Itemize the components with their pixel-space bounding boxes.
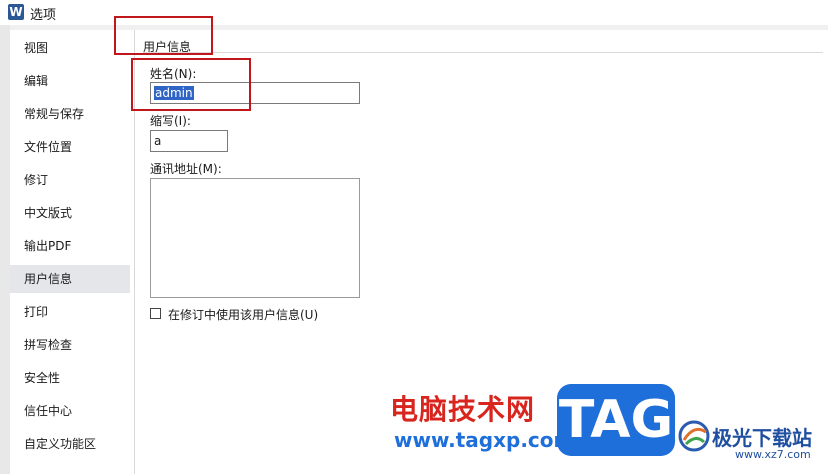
address-label: 通讯地址(M): [150, 162, 222, 176]
highlight-box-name-field [131, 58, 251, 111]
wps-writer-icon: W [8, 4, 24, 20]
options-sidebar: 视图 编辑 常规与保存 文件位置 修订 中文版式 输出PDF 用户信息 打印 拼… [10, 30, 135, 474]
aurora-logo-icon [678, 420, 710, 452]
watermark2-site-name: 极光下载站 [712, 426, 812, 450]
highlight-box-user-info-tab [114, 16, 213, 55]
sidebar-item-export-pdf[interactable]: 输出PDF [10, 232, 130, 260]
watermark-site-name: 电脑技术网 [390, 393, 536, 426]
window-title: 选项 [30, 8, 57, 23]
group-divider [143, 52, 823, 53]
sidebar-item-print[interactable]: 打印 [10, 298, 130, 326]
use-in-revisions-label[interactable]: 在修订中使用该用户信息(U) [168, 306, 318, 323]
sidebar-item-customize-ribbon[interactable]: 自定义功能区 [10, 430, 130, 458]
initials-label: 缩写(I): [150, 114, 191, 128]
tag-logo: TAG [557, 384, 675, 456]
background-window-edge [0, 25, 10, 474]
sidebar-item-file-locations[interactable]: 文件位置 [10, 133, 130, 161]
sidebar-item-security[interactable]: 安全性 [10, 364, 130, 392]
sidebar-item-revisions[interactable]: 修订 [10, 166, 130, 194]
use-in-revisions-checkbox[interactable] [150, 308, 161, 319]
sidebar-item-view[interactable]: 视图 [10, 34, 130, 62]
sidebar-item-general-save[interactable]: 常规与保存 [10, 100, 130, 128]
sidebar-item-trust-center[interactable]: 信任中心 [10, 397, 130, 425]
sidebar-item-edit[interactable]: 编辑 [10, 67, 130, 95]
watermark-site-url: www.tagxp.com [394, 428, 575, 452]
sidebar-item-user-info[interactable]: 用户信息 [10, 265, 130, 293]
address-textarea[interactable] [150, 178, 360, 298]
sidebar-item-spell-check[interactable]: 拼写检查 [10, 331, 130, 359]
watermark2-site-url: www.xz7.com [735, 448, 811, 461]
sidebar-item-chinese-layout[interactable]: 中文版式 [10, 199, 130, 227]
initials-field[interactable]: a [150, 130, 228, 152]
